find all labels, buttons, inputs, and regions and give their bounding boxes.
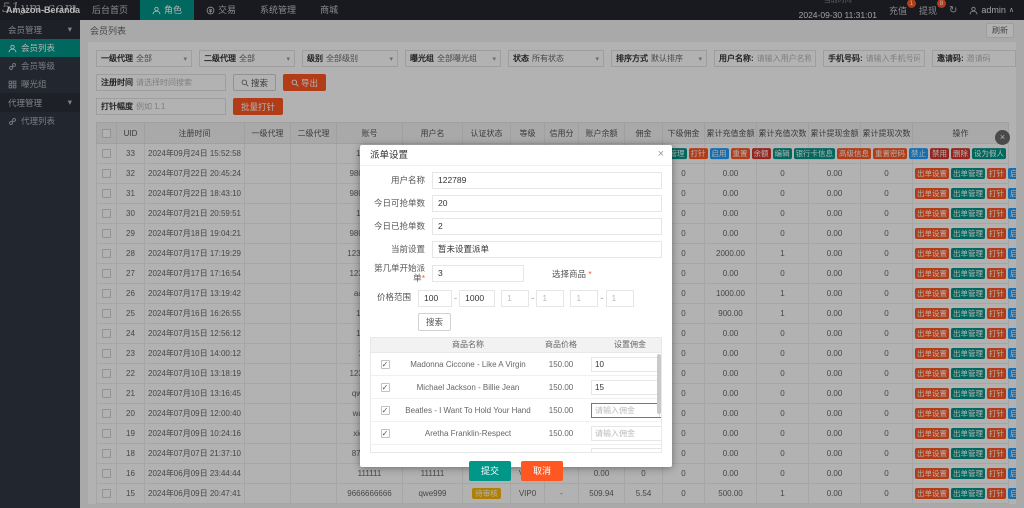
goods-checkbox[interactable]: ✓ — [380, 359, 390, 369]
goods-price: 150.00 — [537, 421, 585, 446]
goods-price: 150.00 — [537, 398, 585, 423]
goods-select-cell: ✓ — [371, 375, 399, 400]
submit-button[interactable]: 提交 — [468, 460, 511, 481]
goods-checkbox[interactable]: ✓ — [380, 405, 390, 415]
field-start-order: 第几单开始派单* 3 选择商品 * — [373, 263, 592, 283]
goods-col-price: 商品价格 — [537, 337, 585, 354]
choose-goods-label: 选择商品 * — [552, 268, 592, 279]
field-today-total: 今日可抢单数 20 — [370, 195, 662, 212]
price-max-input[interactable]: 1000 — [459, 289, 496, 307]
goods-price: 150.00 — [537, 375, 585, 400]
commission-input[interactable]: 请输入佣金▲▼ — [591, 402, 661, 418]
goods-col-commission: 设置佣金 — [585, 337, 661, 354]
field-current-setting: 当前设置 暂未设置派单 — [370, 241, 662, 258]
goods-row: ✓ Beatles - I Want To Hold Your Hand 150.0… — [371, 398, 661, 423]
goods-select-cell: ✓ — [371, 398, 399, 423]
goods-price: 150.00 — [537, 352, 585, 377]
goods-col-name: 商品名称 — [399, 337, 537, 354]
goods-row: ✓ Aretha Franklin-Respect 150.00 请输入佣金 — [371, 421, 661, 446]
goods-table: 商品名称 商品价格 设置佣金 ✓ Madonna Ciccone - Like A… — [371, 337, 661, 453]
commission-input[interactable]: 15 — [591, 379, 661, 395]
price-min2-input[interactable]: 1 — [501, 289, 530, 307]
goods-checkbox[interactable]: ✓ — [380, 428, 390, 438]
price-min-input[interactable]: 100 — [418, 289, 452, 307]
current-setting-input[interactable]: 暂未设置派单 — [432, 241, 662, 258]
field-price-range: 价格范围 100 - 1000 1 - 1 1 - 1 — [370, 289, 662, 307]
goods-commission-cell: 请输入佣金 — [585, 421, 661, 446]
commission-input[interactable] — [591, 447, 661, 452]
field-today-done: 今日已抢单数 2 — [370, 218, 662, 235]
goods-select-cell: ✓ — [371, 352, 399, 377]
goods-commission-cell: 15 — [585, 375, 661, 400]
goods-name — [399, 444, 537, 452]
modal-footer: 提交 取消 — [360, 460, 672, 481]
price-max2-input[interactable]: 1 — [536, 289, 565, 307]
goods-name: Michael Jackson - Billie Jean — [399, 375, 537, 400]
price-min3-input[interactable]: 1 — [570, 289, 599, 307]
goods-name: Beatles - I Want To Hold Your Hand — [399, 398, 537, 423]
goods-select-cell: ✓ — [371, 421, 399, 446]
goods-checkbox[interactable]: ✓ — [380, 382, 390, 392]
commission-value: 10 — [595, 359, 604, 369]
modal-title: 派单设置 — [360, 145, 672, 166]
commission-value: 15 — [595, 382, 604, 392]
username-input[interactable]: 122789 — [432, 172, 662, 189]
goods-name: Aretha Franklin-Respect — [399, 421, 537, 446]
modal-search-button[interactable]: 搜索 — [418, 312, 452, 331]
goods-name: Madonna Ciccone - Like A Virgin — [399, 352, 537, 377]
commission-input[interactable]: 请输入佣金 — [591, 425, 661, 441]
goods-checkbox[interactable]: ✓ — [381, 452, 390, 453]
close-icon[interactable]: × — [658, 148, 664, 160]
goods-row: ✓ Madonna Ciccone - Like A Virgin 150.00 10 — [371, 352, 661, 377]
commission-input[interactable]: 10 — [591, 356, 661, 372]
modal-search-row: 搜索 — [370, 312, 662, 331]
goods-row: ✓ Michael Jackson - Billie Jean 150.00 15 — [371, 375, 661, 400]
start-order-input[interactable]: 3 — [432, 265, 524, 283]
cancel-button[interactable]: 取消 — [521, 460, 564, 481]
goods-select-cell: ✓ — [371, 444, 399, 453]
today-done-input[interactable]: 2 — [432, 218, 662, 235]
goods-commission-cell: 请输入佣金▲▼ — [585, 398, 661, 423]
goods-commission-cell: 10 — [585, 352, 661, 377]
goods-price — [537, 444, 585, 452]
field-username: 用户名称 122789 — [370, 172, 662, 189]
goods-row: ✓ — [371, 444, 661, 453]
today-total-input[interactable]: 20 — [432, 195, 662, 212]
goods-table-scrollbar[interactable] — [657, 353, 661, 414]
goods-commission-cell — [585, 444, 661, 452]
goods-table-wrap: 商品名称 商品价格 设置佣金 ✓ Madonna Ciccone - Like A… — [370, 336, 662, 453]
commission-placeholder: 请输入佣金 — [595, 428, 635, 438]
dispatch-settings-modal: 派单设置 × 用户名称 122789 今日可抢单数 20 今日已抢单数 2 当前… — [360, 145, 672, 481]
commission-placeholder: 请输入佣金 — [595, 405, 635, 415]
price-max3-input[interactable]: 1 — [605, 289, 634, 307]
